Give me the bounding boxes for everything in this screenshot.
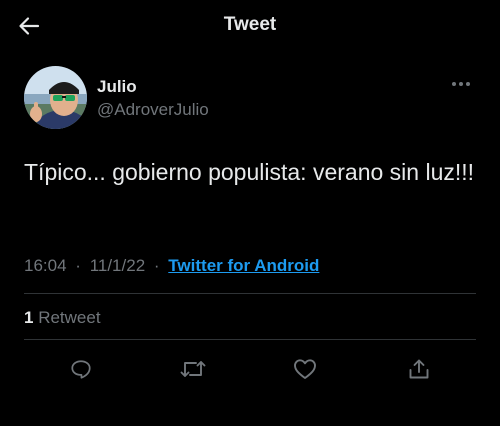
top-bar: Tweet xyxy=(0,0,500,52)
tweet-date[interactable]: 11/1/22 xyxy=(90,256,145,275)
more-horizontal-icon xyxy=(452,82,470,86)
author-name[interactable]: Julio xyxy=(97,77,137,97)
share-button[interactable] xyxy=(404,354,434,384)
tweet-text: Típico... gobierno populista: verano sin… xyxy=(24,159,475,185)
retweet-button[interactable] xyxy=(178,354,208,384)
tweet-time[interactable]: 16:04 xyxy=(24,256,67,275)
tweet-actions xyxy=(24,350,476,386)
retweet-icon xyxy=(180,361,206,377)
reply-icon xyxy=(71,360,91,379)
tweet-metadata: 16:04 · 11/1/22 · Twitter for Android xyxy=(24,256,319,276)
divider xyxy=(24,293,476,294)
heart-icon xyxy=(294,359,316,379)
share-icon xyxy=(409,359,429,379)
page-title: Tweet xyxy=(223,14,277,35)
divider xyxy=(24,339,476,340)
retweet-label: Retweet xyxy=(38,308,101,327)
more-options-button[interactable] xyxy=(448,74,474,94)
tweet-author: Julio @AdroverJulio xyxy=(24,66,484,130)
author-handle[interactable]: @AdroverJulio xyxy=(97,100,209,120)
retweet-count: 1 xyxy=(24,308,34,327)
separator: · xyxy=(153,256,160,275)
separator: · xyxy=(75,256,81,275)
reply-button[interactable] xyxy=(66,354,96,384)
tweet-source-link[interactable]: Twitter for Android xyxy=(168,256,319,275)
avatar-image xyxy=(24,66,87,129)
avatar[interactable] xyxy=(24,66,87,129)
like-button[interactable] xyxy=(290,354,320,384)
tweet-stats[interactable]: 1 Retweet xyxy=(24,308,101,328)
